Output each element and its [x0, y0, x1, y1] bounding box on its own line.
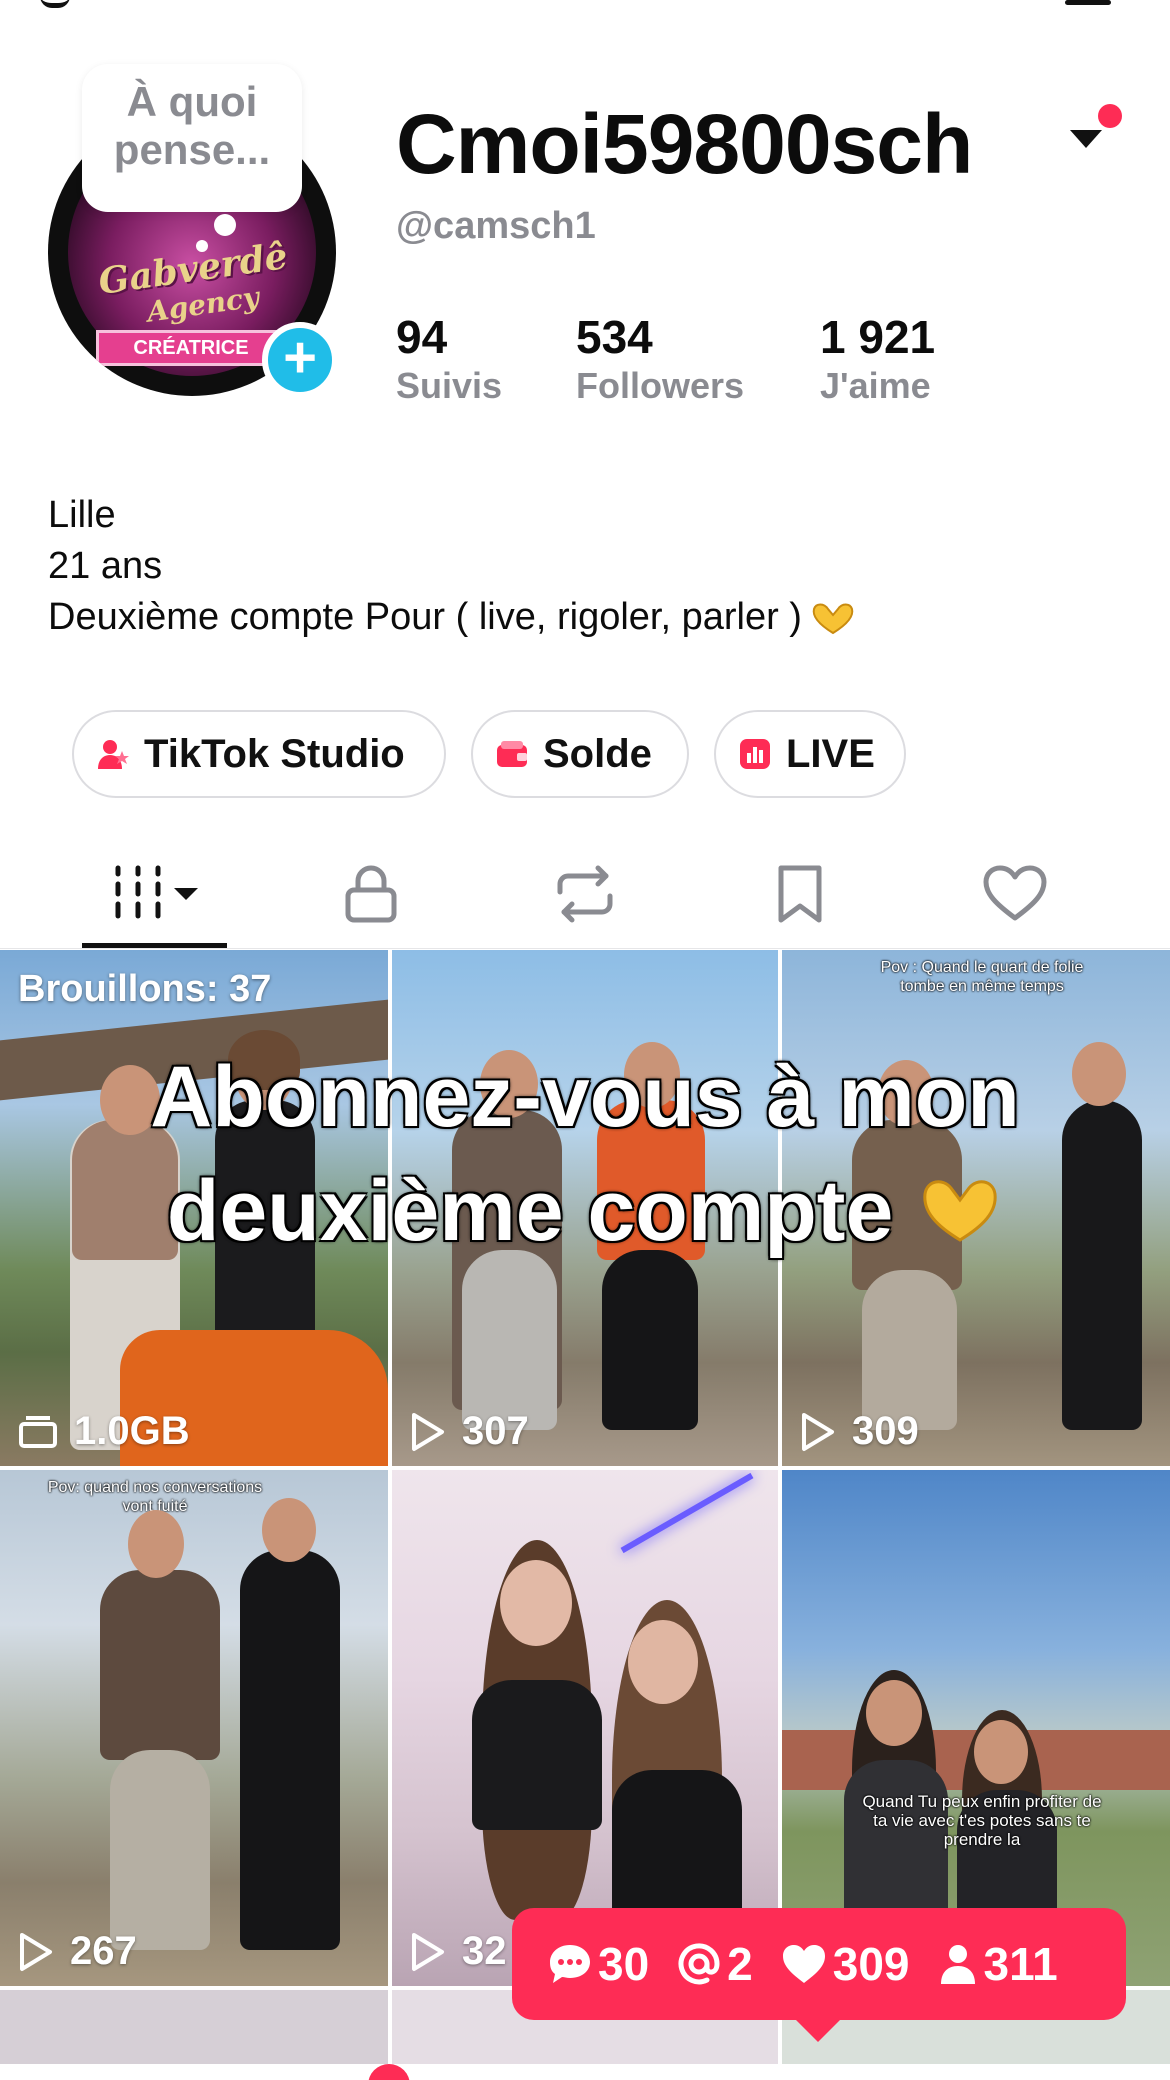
- thought-bubble[interactable]: À quoi pense...: [82, 64, 302, 252]
- stat-following-value: 94: [396, 311, 448, 363]
- status-icon: [40, 0, 70, 8]
- heart-icon: [983, 865, 1047, 921]
- video-tile[interactable]: Pov : Quand le quart de folie tombe en m…: [782, 950, 1170, 1466]
- stat-following[interactable]: 94 Suivis: [396, 310, 502, 408]
- status-bar: [0, 0, 1170, 20]
- live-icon: [740, 739, 770, 769]
- live-label: LIVE: [786, 731, 875, 776]
- heart-hands-icon: [812, 603, 854, 635]
- drafts-tile[interactable]: Brouillons: 37 1.0GB: [0, 950, 388, 1466]
- drafts-count-label: Brouillons: 37: [18, 968, 272, 1010]
- bottom-nav-peek: [0, 2064, 1170, 2080]
- bio: Lille 21 ans Deuxième compte Pour ( live…: [48, 490, 856, 643]
- view-count: 267: [18, 1929, 137, 1974]
- view-count: 32: [410, 1929, 507, 1974]
- video-tile[interactable]: 307: [392, 950, 778, 1466]
- live-button[interactable]: LIVE: [714, 710, 906, 798]
- comment-icon: [550, 1945, 590, 1983]
- stat-followers[interactable]: 534 Followers: [576, 310, 744, 408]
- person-icon: [940, 1945, 975, 1984]
- video-caption: Quand Tu peux enfin profiter de ta vie a…: [862, 1792, 1102, 1849]
- video-caption: Pov : Quand le quart de folie tombe en m…: [880, 959, 1084, 995]
- stat-likes-value: 1 921: [820, 311, 936, 363]
- username-handle: @camsch1: [396, 205, 596, 247]
- lock-icon: [345, 865, 397, 923]
- heart-icon: [782, 1945, 825, 1983]
- balance-label: Solde: [543, 731, 652, 776]
- stat-followers-value: 534: [576, 311, 653, 363]
- menu-icon[interactable]: [1065, 0, 1111, 5]
- bookmark-icon: [778, 865, 822, 923]
- stat-following-label: Suivis: [396, 365, 503, 406]
- drafts-size: 1.0GB: [18, 1409, 190, 1454]
- bio-line: Deuxième compte Pour ( live, rigoler, pa…: [48, 592, 856, 643]
- tab-reposts[interactable]: [510, 840, 660, 950]
- studio-person-icon: [98, 740, 129, 769]
- divider: [0, 948, 1170, 949]
- stat-likes-label: J'aime: [820, 365, 931, 406]
- view-count: 307: [410, 1409, 529, 1454]
- play-icon: [802, 1412, 834, 1451]
- stat-likes[interactable]: 1 921 J'aime: [820, 310, 935, 408]
- followers-count: 311: [938, 1937, 1058, 1991]
- videos-icon: [115, 865, 198, 919]
- view-count: 309: [800, 1409, 919, 1454]
- mentions-count: 2: [677, 1937, 753, 1991]
- tab-videos[interactable]: [80, 840, 230, 950]
- account-switch-chevron-icon[interactable]: [1070, 130, 1102, 148]
- profile-tabs: [0, 840, 1170, 950]
- video-tile[interactable]: Pov: quand nos conversations vont fuité …: [0, 1470, 388, 1986]
- comments-count: 30: [548, 1937, 649, 1991]
- repost-icon: [557, 865, 613, 923]
- drafts-stack-icon: [19, 1415, 57, 1448]
- avatar-ribbon: CRÉATRICE: [96, 330, 286, 366]
- tab-liked[interactable]: [940, 840, 1090, 950]
- play-icon: [20, 1932, 52, 1971]
- tab-favorites[interactable]: [725, 840, 875, 950]
- mention-icon: [678, 1943, 720, 1985]
- tiktok-studio-button[interactable]: TikTok Studio: [72, 710, 446, 798]
- display-name[interactable]: Cmoi59800sch: [396, 96, 973, 193]
- tab-private[interactable]: [296, 840, 446, 950]
- balance-button[interactable]: Solde: [471, 710, 689, 798]
- likes-count: 309: [781, 1937, 910, 1991]
- notification-dot: [1098, 104, 1122, 128]
- activity-notification-bubble[interactable]: 30 2 309 311: [512, 1908, 1126, 2042]
- inbox-badge: [368, 2064, 410, 2080]
- play-icon: [412, 1932, 444, 1971]
- stat-followers-label: Followers: [576, 365, 745, 406]
- bio-line: Lille: [48, 494, 116, 536]
- tiktok-studio-label: TikTok Studio: [144, 731, 405, 776]
- bio-line: 21 ans: [48, 545, 163, 587]
- play-icon: [412, 1412, 444, 1451]
- wallet-icon: [497, 741, 527, 767]
- thought-bubble-text: À quoi pense...: [113, 78, 271, 173]
- add-story-button[interactable]: +: [262, 322, 338, 398]
